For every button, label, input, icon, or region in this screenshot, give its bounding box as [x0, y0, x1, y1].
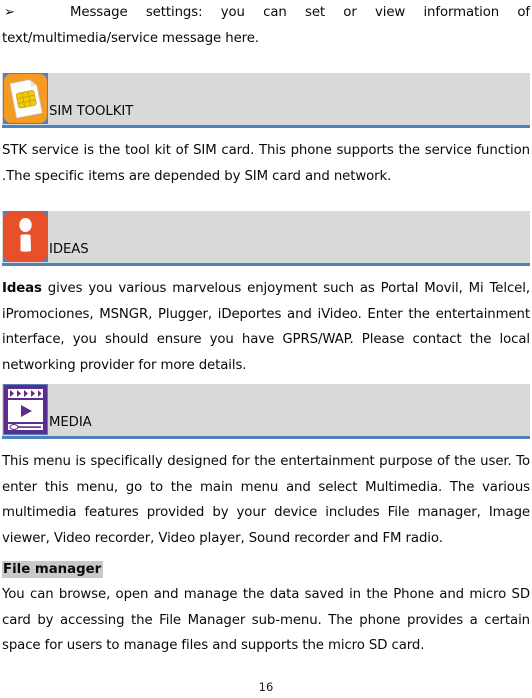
section-header-inner: SIM TOOLKIT [2, 73, 133, 125]
section-header-inner: IDEAS [2, 211, 89, 263]
page-number: 16 [258, 680, 274, 694]
subsection-body-file-manager: You can browse, open and manage the data… [2, 587, 530, 653]
sim-card-icon [2, 73, 49, 125]
section-body-ideas-rest: gives you various marvelous enjoyment su… [2, 281, 530, 373]
section-title-sim-toolkit: SIM TOOLKIT [49, 103, 134, 119]
bullet-arrow-icon: ➢ [4, 5, 15, 20]
section-title-ideas: IDEAS [49, 241, 89, 257]
section-header-inner: MEDIA [2, 384, 92, 436]
section-header-sim-toolkit: SIM TOOLKIT [2, 73, 530, 128]
info-idea-icon [2, 211, 49, 263]
section-body-ideas: Ideas gives you various marvelous enjoym… [2, 276, 530, 378]
bullet-item-label: Message settings: you can set or view in… [2, 5, 530, 46]
section-header-media: MEDIA [2, 384, 530, 439]
section-body-ideas-lead: Ideas [2, 281, 42, 296]
bullet-item-text: Message settings: you can set or view in… [2, 0, 530, 51]
section-body-sim-toolkit: STK service is the tool kit of SIM card.… [2, 143, 530, 184]
bullet-list-item: ➢ Message settings: you can set or view … [2, 0, 530, 51]
section-body-media: This menu is specifically designed for t… [2, 454, 530, 546]
subsection-title-file-manager: File manager [2, 557, 530, 582]
media-clapperboard-icon [2, 384, 49, 436]
section-title-media: MEDIA [49, 414, 92, 430]
subsection-title-highlight: File manager [2, 561, 104, 578]
document-page: ➢ Message settings: you can set or view … [0, 0, 532, 698]
section-header-ideas: IDEAS [2, 211, 530, 266]
